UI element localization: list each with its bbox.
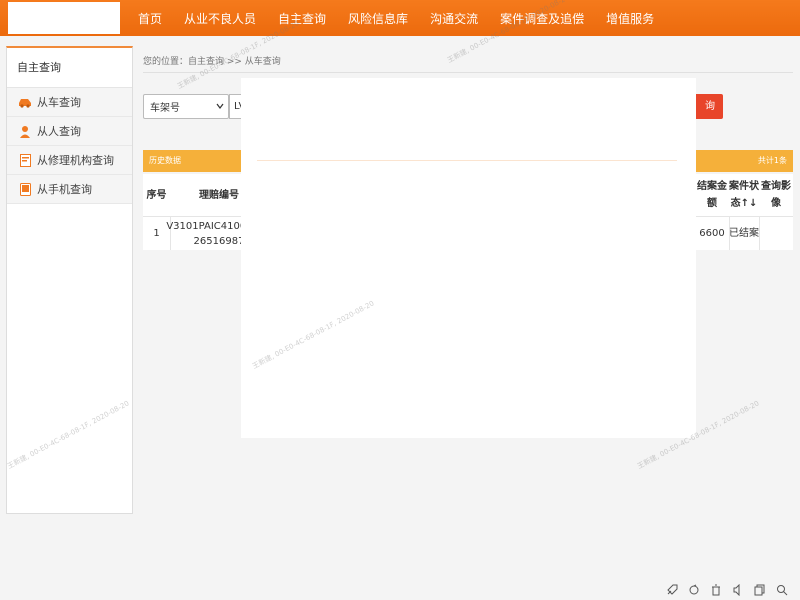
cell-amount: 6600: [699, 228, 725, 239]
car-icon: [17, 95, 33, 109]
cell-status: 已结案: [729, 228, 759, 239]
search-button-label: 询: [705, 101, 715, 112]
nav-value-added[interactable]: 增值服务: [606, 10, 654, 27]
speaker-icon[interactable]: [732, 583, 744, 597]
rocket-icon[interactable]: [666, 584, 678, 596]
sidebar-title: 自主查询: [7, 48, 132, 88]
sidebar-item-person-query[interactable]: 从人查询: [7, 117, 132, 146]
chevron-down-icon: [216, 101, 224, 112]
history-count: 共计1条: [757, 156, 787, 165]
sidebar: 自主查询 从车查询 从人查询 从修理机构查询 从手机查询: [6, 46, 133, 514]
header-seq: 序号: [146, 189, 167, 201]
breadcrumb: 您的位置：自主查询 >> 从车查询: [143, 57, 281, 67]
sidebar-item-label: 从修理机构查询: [37, 154, 114, 167]
nav-self-query[interactable]: 自主查询: [278, 10, 326, 27]
top-navigation-bar: 首页 从业不良人员 自主查询 风险信息库 沟通交流 案件调查及追偿 增值服务: [0, 0, 800, 36]
overlay-panel: [241, 78, 696, 438]
logo: [8, 2, 120, 34]
trash-icon[interactable]: [710, 584, 722, 596]
cell-image[interactable]: [759, 217, 793, 250]
header-status-line1: 案件状: [729, 181, 759, 192]
sidebar-item-repair-shop-query[interactable]: 从修理机构查询: [7, 146, 132, 175]
history-title: 历史数据: [149, 156, 181, 165]
search-type-value: 车架号: [150, 103, 180, 114]
claim-no-line2: 26516987: [193, 235, 245, 247]
copy-icon[interactable]: [754, 584, 766, 596]
header-amount: 结案金额: [697, 181, 727, 209]
sidebar-item-label: 从车查询: [37, 96, 81, 109]
nav-home[interactable]: 首页: [138, 10, 162, 27]
repair-shop-icon: [17, 153, 33, 167]
nav-risk-database[interactable]: 风险信息库: [348, 10, 408, 27]
bottom-toolbar: [666, 583, 788, 597]
nav-bad-practitioners[interactable]: 从业不良人员: [184, 10, 256, 27]
divider: [143, 72, 793, 73]
sidebar-item-label: 从人查询: [37, 125, 81, 138]
search-icon[interactable]: [776, 584, 788, 596]
phone-icon: [17, 182, 33, 196]
overlay-divider: [257, 160, 677, 161]
nav-case-investigation[interactable]: 案件调查及追偿: [500, 10, 584, 27]
sidebar-item-phone-query[interactable]: 从手机查询: [7, 175, 132, 204]
main-nav: 首页 从业不良人员 自主查询 风险信息库 沟通交流 案件调查及追偿 增值服务: [138, 0, 676, 36]
header-image: 查询影像: [761, 181, 791, 209]
header-status-line2: 态↑↓: [730, 198, 758, 209]
nav-communication[interactable]: 沟通交流: [430, 10, 478, 27]
search-type-select[interactable]: 车架号: [143, 94, 229, 119]
refresh-icon[interactable]: [688, 584, 700, 596]
sidebar-item-vehicle-query[interactable]: 从车查询: [7, 88, 132, 117]
sidebar-item-label: 从手机查询: [37, 183, 92, 196]
person-icon: [17, 124, 33, 138]
header-case-status[interactable]: 案件状 态↑↓: [729, 174, 759, 216]
